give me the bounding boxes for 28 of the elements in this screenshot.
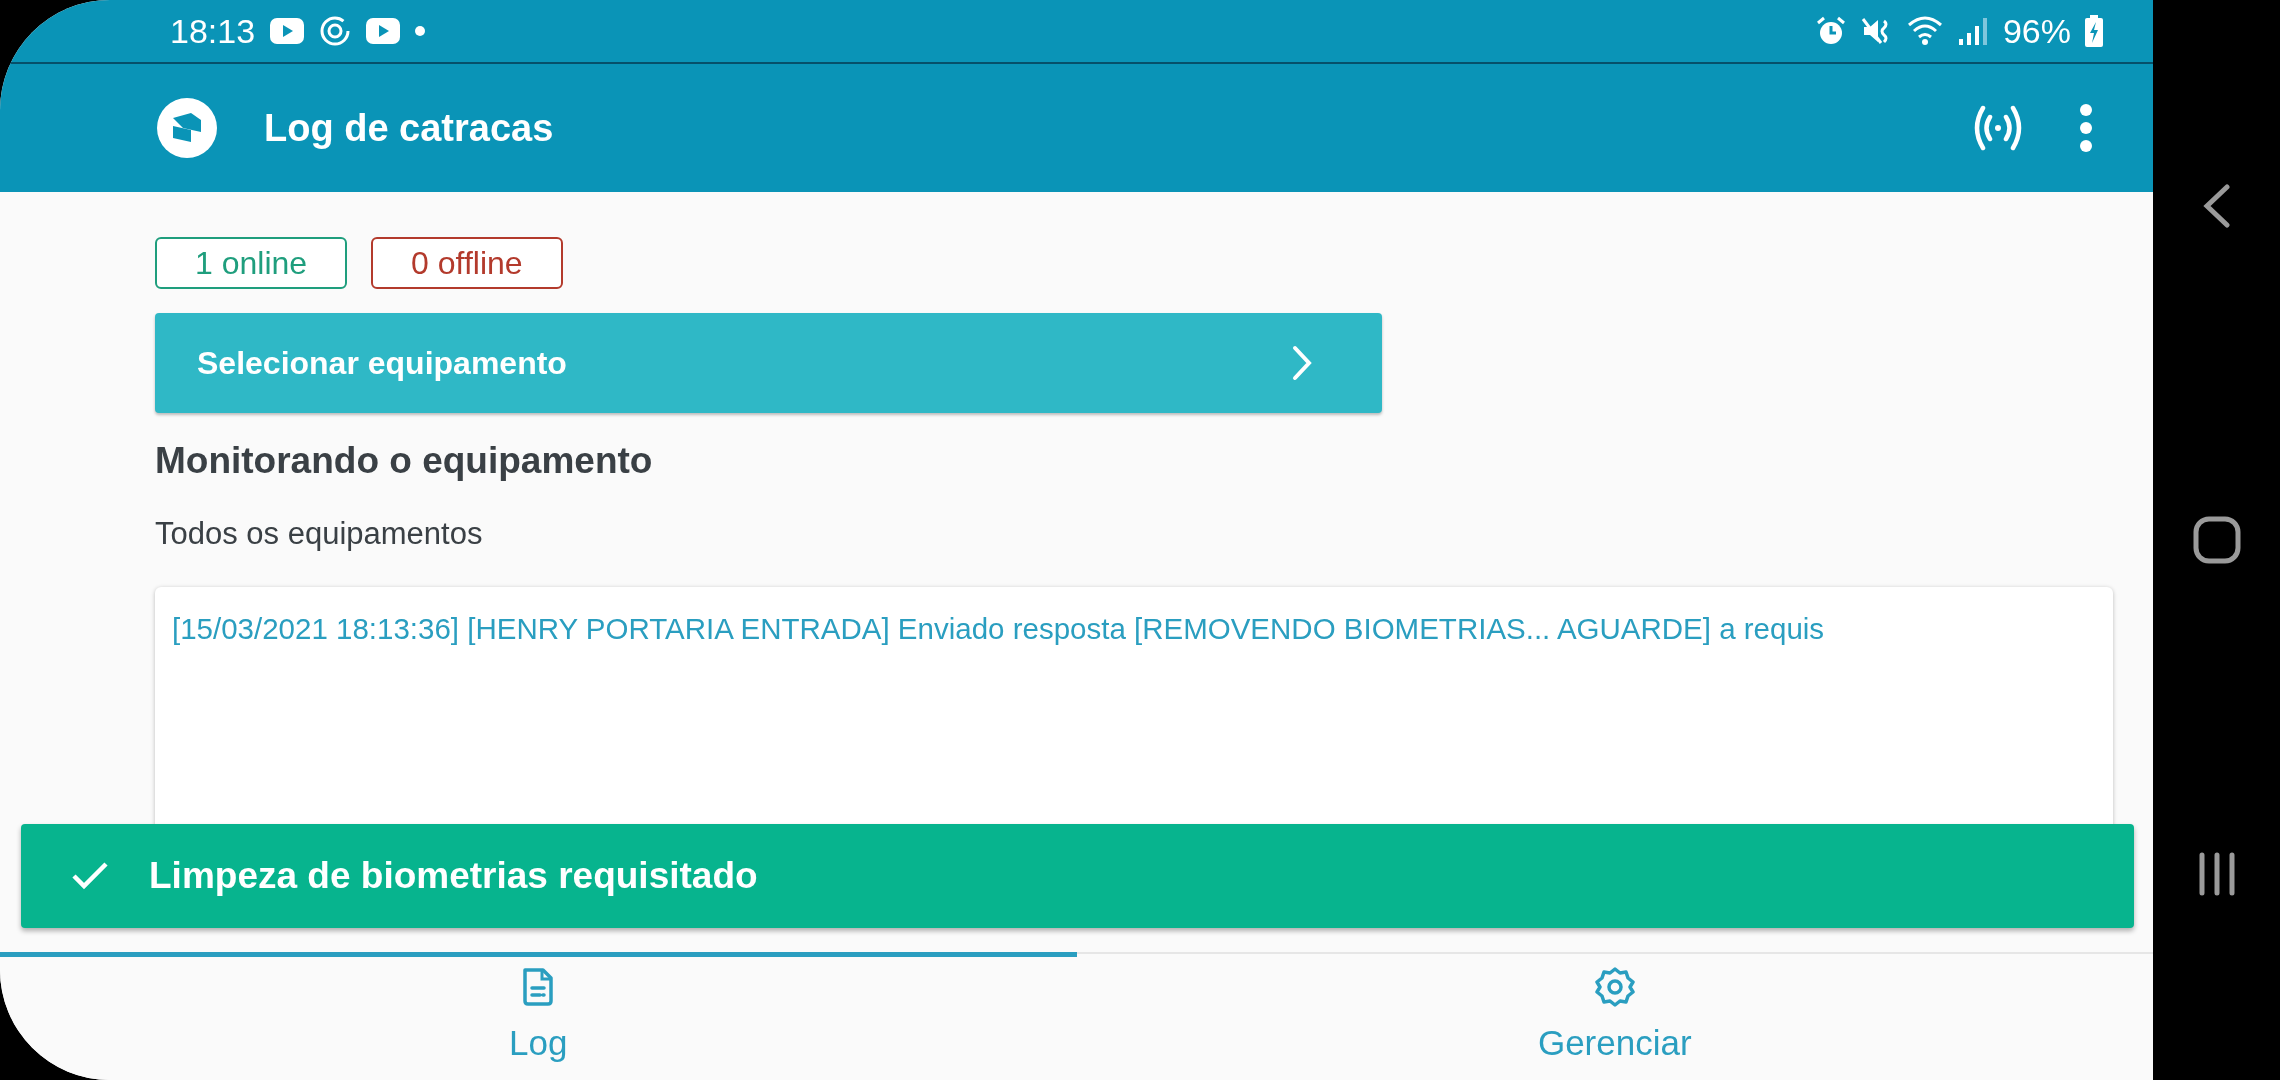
video-icon <box>269 17 306 45</box>
section-heading: Monitorando o equipamento <box>155 439 654 483</box>
wifi-icon <box>1906 15 1943 47</box>
app-title: Log de catracas <box>264 105 554 151</box>
snackbar-message: Limpeza de biometrias requisitado <box>149 854 758 899</box>
more-menu-icon[interactable] <box>2079 103 2093 153</box>
back-icon[interactable] <box>2201 184 2232 228</box>
nav-tab[interactable]: Gerenciar <box>1076 952 2153 1080</box>
alarm-icon <box>1814 15 1847 47</box>
logo-icon <box>155 96 219 160</box>
battery-icon <box>2085 15 2103 47</box>
nav-tab[interactable]: Log <box>0 952 1077 1080</box>
document-icon <box>521 967 556 1008</box>
gear-icon <box>1594 967 1635 1008</box>
check-icon <box>71 861 109 891</box>
select-equipment-button[interactable]: Selecionar equipamento <box>155 313 1382 413</box>
chevron-right-icon <box>1292 345 1312 381</box>
status-badge: 1 online <box>155 237 348 289</box>
video-icon <box>365 17 402 45</box>
status-badge: 0 offline <box>371 237 563 289</box>
clock-text: 18:13 <box>170 10 256 52</box>
signal-icon <box>1956 15 1989 47</box>
section-subtitle: Todos os equipamentos <box>155 514 484 553</box>
home-icon[interactable] <box>2192 516 2241 564</box>
battery-percent-text: 96% <box>2002 10 2071 52</box>
log-entry: [15/03/2021 18:13:36] [HENRY PORTARIA ENTRADA] Enviado resposta [REMOVENDO BIOMETRIAS... AGUARDE] a requis <box>172 611 1826 647</box>
sync-icon <box>319 15 352 47</box>
dot-icon <box>415 26 426 36</box>
